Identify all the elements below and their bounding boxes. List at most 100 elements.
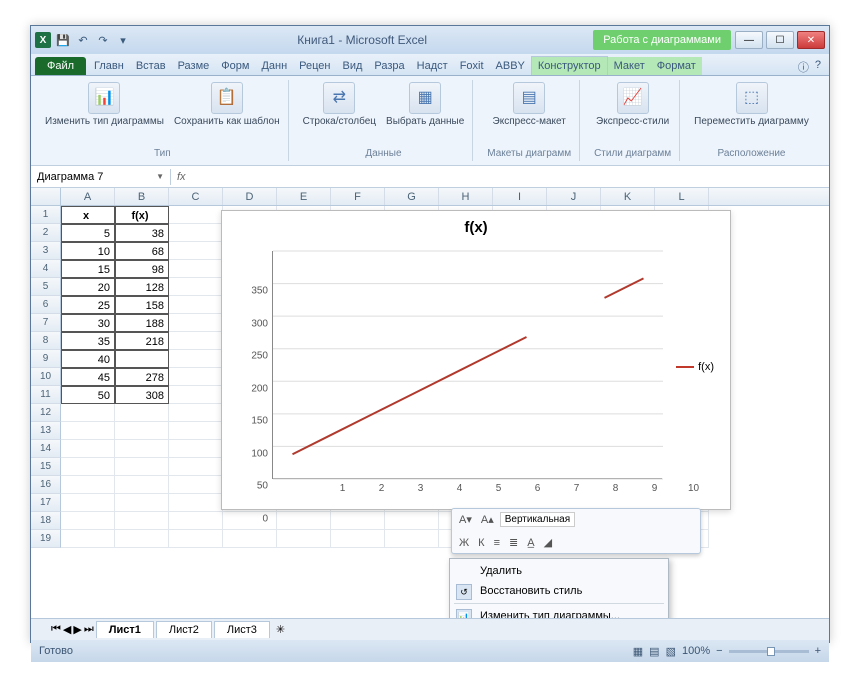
font-size-up-icon[interactable]: A▴ [478,512,497,527]
tab-developer[interactable]: Разра [368,57,410,75]
cell[interactable] [169,404,223,422]
cell[interactable] [169,332,223,350]
cell[interactable] [61,440,115,458]
cell[interactable] [169,314,223,332]
sheet-tab[interactable]: Лист1 [96,621,154,638]
cell[interactable]: x [61,206,115,224]
cell[interactable]: 35 [61,332,115,350]
cell[interactable] [115,422,169,440]
cell[interactable] [169,224,223,242]
cell[interactable]: 20 [61,278,115,296]
col-header[interactable]: B [115,188,169,205]
cell[interactable]: f(x) [115,206,169,224]
cell[interactable]: 40 [61,350,115,368]
cell[interactable] [169,386,223,404]
cell[interactable] [61,476,115,494]
cell[interactable]: 10 [61,242,115,260]
row-header[interactable]: 12 [31,404,61,422]
chart-plot-area[interactable]: 05010015020025030035012345678910 [272,251,662,479]
col-header[interactable]: J [547,188,601,205]
tab-formulas[interactable]: Форм [215,57,255,75]
row-header[interactable]: 15 [31,458,61,476]
cell[interactable] [115,494,169,512]
col-header[interactable]: L [655,188,709,205]
cell[interactable]: 50 [61,386,115,404]
cell[interactable] [61,512,115,530]
sheet-nav-last-icon[interactable]: ⏭ [84,623,94,636]
cell[interactable] [115,512,169,530]
row-header[interactable]: 1 [31,206,61,224]
tab-abbyy[interactable]: ABBY [490,57,531,75]
col-header[interactable]: K [601,188,655,205]
tab-review[interactable]: Рецен [293,57,336,75]
row-header[interactable]: 5 [31,278,61,296]
save-icon[interactable]: 💾 [55,32,71,48]
cell[interactable]: 98 [115,260,169,278]
cell[interactable] [277,512,331,530]
cell[interactable] [115,530,169,548]
move-chart-button[interactable]: ⬚Переместить диаграмму [694,82,809,127]
cell[interactable] [331,512,385,530]
cell[interactable] [277,530,331,548]
col-header[interactable]: F [331,188,385,205]
cell[interactable]: 308 [115,386,169,404]
cell[interactable] [169,278,223,296]
tab-home[interactable]: Главн [88,57,130,75]
col-header[interactable]: G [385,188,439,205]
cell[interactable] [61,422,115,440]
chart-object[interactable]: f(x) 05010015020025030035012345678910 f(… [221,210,731,510]
row-header[interactable]: 14 [31,440,61,458]
row-header[interactable]: 11 [31,386,61,404]
row-header[interactable]: 3 [31,242,61,260]
col-header[interactable]: A [61,188,115,205]
cell[interactable]: 128 [115,278,169,296]
new-sheet-icon[interactable]: ✳ [276,623,285,636]
sheet-nav-prev-icon[interactable]: ◀ [63,623,71,636]
col-header[interactable]: C [169,188,223,205]
close-button[interactable]: ✕ [797,31,825,49]
zoom-out-icon[interactable]: − [716,645,722,657]
chevron-down-icon[interactable]: ▼ [156,172,164,181]
cell[interactable] [169,440,223,458]
tab-chart-format[interactable]: Формат [651,57,702,75]
col-header[interactable]: I [493,188,547,205]
cell[interactable] [61,404,115,422]
change-chart-type-button[interactable]: 📊Изменить тип диаграммы [45,82,164,127]
row-header[interactable]: 13 [31,422,61,440]
cell[interactable] [169,422,223,440]
row-header[interactable]: 18 [31,512,61,530]
name-box[interactable]: Диаграмма 7▼ [31,169,171,185]
cell[interactable] [169,206,223,224]
col-header[interactable]: E [277,188,331,205]
zoom-in-icon[interactable]: + [815,645,821,657]
tab-addins[interactable]: Надст [411,57,454,75]
cell[interactable] [169,512,223,530]
qat-dropdown-icon[interactable]: ▾ [115,32,131,48]
view-layout-icon[interactable]: ▤ [649,645,659,658]
view-break-icon[interactable]: ▧ [666,645,676,658]
tab-view[interactable]: Вид [337,57,369,75]
row-header[interactable]: 6 [31,296,61,314]
cell[interactable] [223,512,277,530]
cell[interactable] [223,530,277,548]
cell[interactable] [169,476,223,494]
cell[interactable]: 68 [115,242,169,260]
tab-insert[interactable]: Встав [130,57,172,75]
maximize-button[interactable]: ☐ [766,31,794,49]
row-header[interactable]: 4 [31,260,61,278]
cell[interactable]: 218 [115,332,169,350]
cell[interactable] [169,260,223,278]
cell[interactable]: 15 [61,260,115,278]
cell[interactable] [169,242,223,260]
fill-color-icon[interactable]: ◢ [541,535,555,550]
chart-title[interactable]: f(x) [222,211,730,240]
zoom-slider[interactable] [729,650,809,653]
row-header[interactable]: 2 [31,224,61,242]
cell[interactable] [169,530,223,548]
tab-chart-layout[interactable]: Макет [608,57,651,75]
italic-button[interactable]: К [475,536,487,550]
font-size-down-icon[interactable]: A▾ [456,512,475,527]
file-tab[interactable]: Файл [35,57,86,75]
cell[interactable] [61,458,115,476]
sheet-nav-next-icon[interactable]: ▶ [73,623,81,636]
